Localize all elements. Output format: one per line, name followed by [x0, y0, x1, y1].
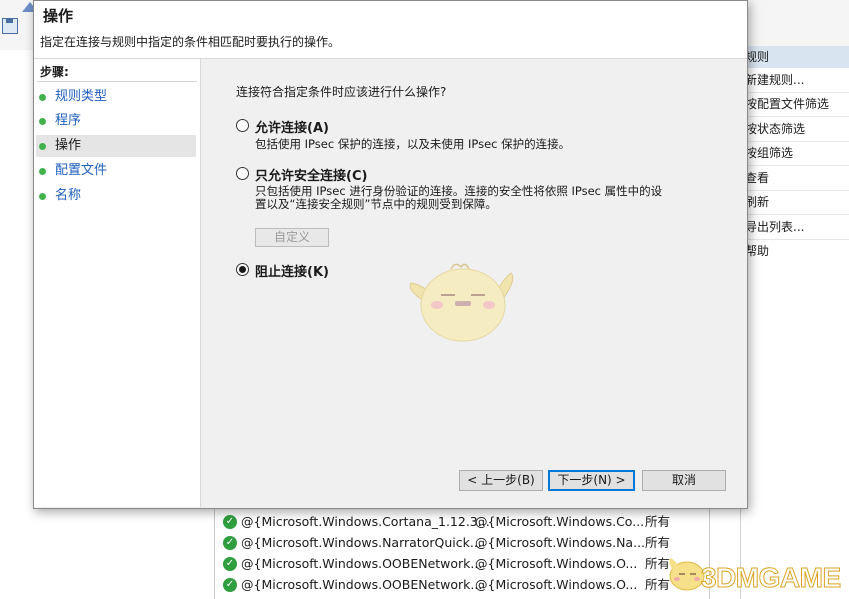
dialog-title: 操作: [43, 7, 74, 25]
enabled-check-icon: ✓: [223, 536, 237, 550]
rule-name: @{Microsoft.Windows.NarratorQuick...: [241, 535, 482, 550]
dialog-subtitle: 指定在连接与规则中指定的条件相匹配时要执行的操作。: [40, 35, 341, 49]
actions-header: 规则: [741, 46, 849, 68]
block-connection-radio[interactable]: [236, 263, 249, 276]
step-bullet-icon: [39, 193, 46, 200]
step-rule-type[interactable]: 规则类型: [36, 86, 196, 108]
step-action[interactable]: 操作: [36, 135, 196, 157]
divider: [741, 116, 849, 117]
new-rule-wizard-dialog: 操作 指定在连接与规则中指定的条件相匹配时要执行的操作。 步骤: 规则类型 程序…: [33, 0, 748, 509]
divider: [37, 81, 197, 82]
rule-group: @{Microsoft.Windows.O...: [475, 556, 638, 571]
rule-name: @{Microsoft.Windows.OOBENetwork...: [241, 556, 483, 571]
step-label: 操作: [55, 138, 82, 153]
rule-name: @{Microsoft.Windows.OOBENetwork...: [241, 577, 483, 592]
dialog-header: 操作 指定在连接与规则中指定的条件相匹配时要执行的操作。: [34, 1, 747, 59]
cancel-button[interactable]: 取消: [642, 470, 726, 491]
action-export-list[interactable]: 导出列表...: [745, 217, 804, 237]
customize-button[interactable]: 自定义: [255, 228, 329, 247]
step-name[interactable]: 名称: [36, 185, 196, 207]
save-icon[interactable]: [2, 18, 18, 34]
rule-name: @{Microsoft.Windows.Cortana_1.12.3...: [241, 514, 490, 529]
rules-list: ✓ @{Microsoft.Windows.Cortana_1.12.3... …: [214, 505, 710, 599]
rule-group: @{Microsoft.Windows.O...: [475, 577, 638, 592]
step-profile[interactable]: 配置文件: [36, 160, 196, 182]
step-program[interactable]: 程序: [36, 110, 196, 132]
rule-group: @{Microsoft.Windows.Na...: [475, 535, 646, 550]
action-filter-state[interactable]: 按状态筛选: [745, 119, 805, 139]
action-new-rule[interactable]: 新建规则...: [745, 70, 804, 90]
allow-secure-connection-radio[interactable]: [236, 167, 249, 180]
enabled-check-icon: ✓: [223, 578, 237, 592]
action-filter-profile[interactable]: 按配置文件筛选: [745, 94, 829, 114]
rule-group: @{Microsoft.Windows.Co...: [475, 514, 645, 529]
divider: [741, 92, 849, 93]
action-view[interactable]: 查看: [745, 168, 769, 188]
action-question: 连接符合指定条件时应该进行什么操作?: [236, 85, 447, 99]
action-refresh[interactable]: 刷新: [745, 192, 769, 212]
action-help[interactable]: 帮助: [745, 241, 769, 261]
rule-profile: 所有: [645, 514, 671, 529]
allow-connection-description: 包括使用 IPsec 保护的连接，以及未使用 IPsec 保护的连接。: [255, 137, 571, 151]
step-bullet-icon: [39, 143, 46, 150]
steps-title: 步骤:: [40, 65, 69, 79]
divider: [741, 141, 849, 142]
step-label: 程序: [55, 113, 82, 128]
action-filter-group[interactable]: 按组筛选: [745, 143, 793, 163]
divider: [741, 214, 849, 215]
watermark-text: 3DMGAME: [701, 562, 842, 594]
steps-pane: 步骤: 规则类型 程序 操作 配置文件 名称: [34, 59, 201, 507]
enabled-check-icon: ✓: [223, 557, 237, 571]
site-watermark: 3DMGAME: [665, 548, 849, 599]
secure-connection-description-line2: 置以及“连接安全规则”节点中的规则受到保障。: [255, 197, 497, 211]
step-label: 配置文件: [55, 163, 108, 178]
divider: [741, 165, 849, 166]
allow-connection-radio[interactable]: [236, 119, 249, 132]
block-connection-label[interactable]: 阻止连接(K): [255, 261, 329, 280]
back-button[interactable]: < 上一步(B): [459, 470, 543, 491]
step-bullet-icon: [39, 168, 46, 175]
divider: [741, 190, 849, 191]
allow-connection-label[interactable]: 允许连接(A): [255, 117, 329, 136]
actions-pane: 规则 新建规则... 按配置文件筛选 按状态筛选 按组筛选 查看 刷新 导出列表…: [740, 46, 849, 599]
step-label: 名称: [55, 188, 82, 203]
mascot-watermark-icon: [409, 263, 514, 342]
step-label: 规则类型: [55, 89, 108, 104]
step-bullet-icon: [39, 118, 46, 125]
enabled-check-icon: ✓: [223, 515, 237, 529]
allow-secure-connection-label[interactable]: 只允许安全连接(C): [255, 165, 367, 184]
divider: [741, 239, 849, 240]
next-button[interactable]: 下一步(N) >: [548, 470, 635, 491]
step-bullet-icon: [39, 94, 46, 101]
